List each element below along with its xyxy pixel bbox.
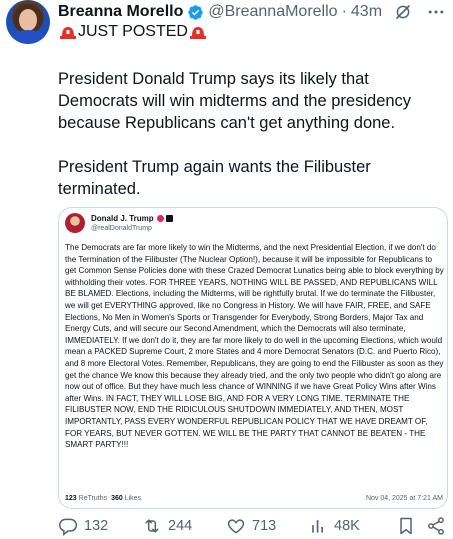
- reply-icon: [58, 518, 78, 536]
- views-count: 48K: [334, 518, 360, 534]
- embedded-post-date: Nov 04, 2025 at 7:21 AM: [365, 495, 443, 502]
- bookmark-button[interactable]: [396, 516, 416, 536]
- author-row: Breanna Morello @BreannaMorello · 43m: [58, 2, 382, 22]
- avatar-shirt: [10, 30, 46, 44]
- verified-badge-icon: [187, 4, 204, 21]
- share-button[interactable]: [426, 516, 446, 536]
- embedded-post-text: The Democrats are far more likely to win…: [65, 243, 444, 450]
- tweet-paragraph: President Trump again wants the Filibust…: [58, 158, 371, 198]
- tweet-body: President Donald Trump says its likely t…: [58, 68, 446, 222]
- share-icon: [428, 517, 444, 535]
- embedded-name-text: Donald J. Trump: [91, 214, 154, 223]
- author-handle[interactable]: @BreannaMorello: [208, 3, 337, 21]
- views-icon: [312, 520, 323, 533]
- reply-button[interactable]: 132: [58, 516, 108, 536]
- views-button[interactable]: 48K: [308, 516, 360, 536]
- reply-count: 132: [84, 518, 109, 534]
- author-name[interactable]: Breanna Morello: [58, 3, 183, 21]
- tweet-paragraph: President Donald Trump says its likely t…: [58, 70, 412, 132]
- separator-dot: ·: [341, 3, 347, 20]
- embedded-square-icon: [165, 215, 173, 222]
- action-bar: 132 244 713 48K: [58, 516, 450, 538]
- like-icon: [227, 519, 245, 534]
- grok-icon[interactable]: [394, 3, 412, 21]
- likes-count: 360: [111, 495, 123, 502]
- siren-icon: [189, 24, 207, 40]
- tweet-header: Breanna Morello @BreannaMorello · 43m JU…: [0, 0, 453, 44]
- repost-count: 244: [168, 518, 193, 534]
- more-icon[interactable]: [426, 2, 446, 22]
- retruths-count: 123: [65, 495, 77, 502]
- repost-icon: [145, 519, 159, 533]
- post-time[interactable]: 43m: [351, 3, 382, 21]
- like-count: 713: [252, 518, 277, 534]
- like-button[interactable]: 713: [226, 516, 276, 536]
- tweet-first-line: JUST POSTED: [58, 23, 208, 41]
- embedded-avatar: [65, 213, 85, 233]
- embedded-author-handle: @realDonaldTrump: [91, 225, 152, 232]
- avatar-face: [19, 9, 37, 31]
- tweet-headline: JUST POSTED: [78, 23, 188, 40]
- embedded-badge-icon: [156, 215, 164, 222]
- avatar[interactable]: [6, 0, 50, 44]
- retruths-label: ReTruths: [78, 495, 108, 502]
- embedded-author-name: Donald J. Trump: [91, 214, 173, 223]
- embedded-post-image[interactable]: Donald J. Trump @realDonaldTrump The Dem…: [58, 207, 448, 509]
- embedded-post-stats: 123 ReTruths 360 Likes: [65, 495, 141, 502]
- bookmark-icon: [400, 517, 412, 535]
- siren-icon: [59, 24, 77, 40]
- repost-button[interactable]: 244: [142, 516, 192, 536]
- likes-label: Likes: [124, 495, 142, 502]
